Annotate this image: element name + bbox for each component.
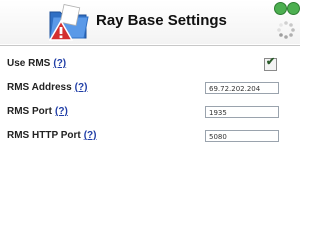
help-link[interactable]: (?)	[84, 130, 97, 141]
loading-spinner-icon	[277, 21, 295, 39]
page-title: Ray Base Settings	[96, 12, 227, 29]
rms-address-field[interactable]: 69.72.202.204	[205, 82, 279, 94]
setting-label: Use RMS (?)	[7, 58, 66, 69]
checkmark-icon: ✔	[266, 56, 276, 68]
header-divider	[0, 45, 300, 46]
rms-port-field[interactable]: 1935	[205, 106, 279, 118]
rms-http-port-field[interactable]: 5080	[205, 130, 279, 142]
help-icon[interactable]	[287, 2, 300, 15]
settings-header: Ray Base Settings	[0, 0, 300, 44]
setting-label: RMS Address (?)	[7, 82, 87, 93]
setting-label-text: RMS Address	[7, 82, 72, 93]
help-link[interactable]: (?)	[55, 106, 68, 117]
use-rms-checkbox[interactable]: ✔	[264, 56, 277, 71]
help-link[interactable]: (?)	[53, 58, 66, 69]
setting-label-text: Use RMS	[7, 58, 51, 69]
help-link[interactable]: (?)	[75, 82, 88, 93]
setting-label-text: RMS HTTP Port	[7, 130, 81, 141]
setting-label: RMS Port (?)	[7, 106, 68, 117]
folder-warning-icon	[48, 4, 89, 41]
close-icon[interactable]	[274, 2, 287, 15]
setting-label-text: RMS Port	[7, 106, 52, 117]
setting-label: RMS HTTP Port (?)	[7, 130, 97, 141]
